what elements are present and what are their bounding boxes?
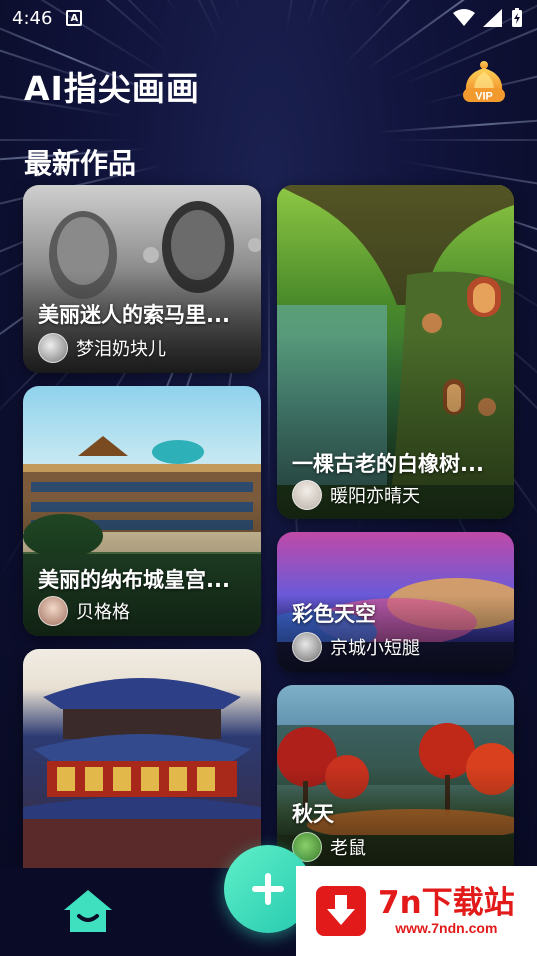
- artwork-title: 彩色天空: [292, 602, 376, 626]
- watermark-title: 7n下载站: [378, 885, 515, 921]
- author-name: 京城小短腿: [330, 638, 420, 659]
- artwork-author: 暖阳亦晴天: [292, 480, 420, 510]
- artwork-author: 京城小短腿: [292, 632, 420, 662]
- light-ray: [0, 139, 269, 141]
- status-bar: 4:46 A: [0, 0, 537, 36]
- author-name: 老鼠: [330, 838, 366, 859]
- home-icon[interactable]: [62, 888, 114, 934]
- artwork-card[interactable]: 美丽迷人的索马里... 梦泪奶块儿: [23, 185, 261, 373]
- section-title: 最新作品: [24, 147, 137, 180]
- watermark-banner: 7n下载站 www.7ndn.com: [296, 866, 537, 956]
- artwork-card[interactable]: [23, 649, 261, 868]
- artwork-author: 老鼠: [292, 832, 366, 862]
- avatar: [38, 596, 68, 626]
- download-arrow-icon: [316, 886, 366, 936]
- avatar: [292, 480, 322, 510]
- artwork-author: 梦泪奶块儿: [38, 333, 166, 363]
- a-icon: A: [66, 10, 83, 26]
- artwork-card[interactable]: 一棵古老的白橡树... 暖阳亦晴天: [277, 185, 514, 519]
- artwork-title: 美丽的纳布城皇宫...: [38, 568, 230, 592]
- author-name: 贝格格: [76, 602, 130, 623]
- watermark-url: www.7ndn.com: [395, 920, 498, 936]
- avatar: [292, 632, 322, 662]
- battery-icon: [512, 8, 522, 27]
- signal-icon: [483, 9, 502, 27]
- artwork-card[interactable]: 美丽的纳布城皇宫... 贝格格: [23, 386, 261, 636]
- status-time: 4:46: [12, 7, 53, 29]
- avatar: [38, 333, 68, 363]
- light-ray: [268, 140, 270, 500]
- artwork-author: 贝格格: [38, 596, 130, 626]
- artwork-card[interactable]: 彩色天空 京城小短腿: [277, 532, 514, 672]
- artwork-title: 一棵古老的白橡树...: [292, 452, 484, 476]
- artwork-title: 美丽迷人的索马里...: [38, 303, 230, 327]
- vip-label: VIP: [475, 91, 493, 103]
- artwork-image: [23, 678, 261, 868]
- wifi-icon: [453, 9, 475, 26]
- app-title: AI指尖画画: [24, 69, 200, 108]
- plus-icon: [252, 873, 284, 905]
- artwork-card[interactable]: 秋天 老鼠: [277, 685, 514, 868]
- vip-crown-icon[interactable]: VIP: [460, 60, 508, 106]
- author-name: 暖阳亦晴天: [330, 486, 420, 507]
- artwork-title: 秋天: [292, 802, 334, 826]
- author-name: 梦泪奶块儿: [76, 339, 166, 360]
- light-ray: [269, 139, 537, 141]
